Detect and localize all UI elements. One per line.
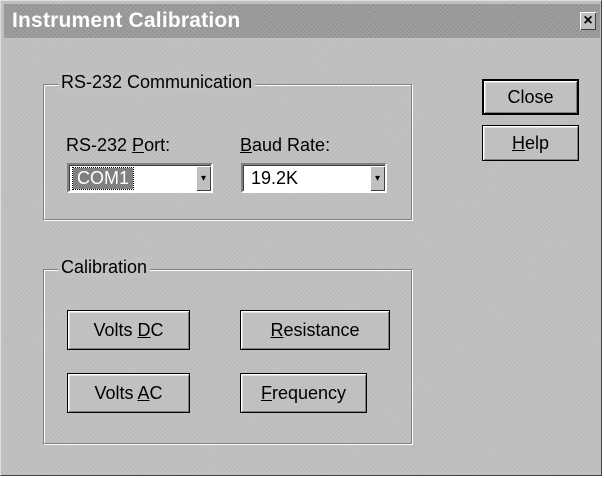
rs232-port-label-text: RS-232 <box>66 135 133 155</box>
volts-dc-rest: C <box>150 320 164 340</box>
window-title: Instrument Calibration <box>12 9 241 32</box>
volts-dc-button[interactable]: Volts DC <box>67 310 190 350</box>
rs232-port-value: COM1 <box>71 167 135 190</box>
frequency-button[interactable]: Frequency <box>240 373 367 413</box>
rs232-port-label-accel: P <box>132 135 145 155</box>
baud-rate-label-text: aud Rate: <box>252 135 331 155</box>
title-bar[interactable]: Instrument Calibration × <box>4 4 600 38</box>
rs232-port-label-rest: ort: <box>144 135 171 155</box>
volts-ac-rest: C <box>149 383 163 403</box>
baud-rate-label-accel: B <box>240 135 253 155</box>
frequency-accel: F <box>260 383 272 403</box>
help-button[interactable]: Help <box>482 125 579 161</box>
close-button[interactable]: Close <box>482 79 579 115</box>
help-button-accel: H <box>511 133 525 153</box>
volts-ac-label: Volts <box>94 383 138 403</box>
help-button-label: elp <box>524 133 550 153</box>
volts-dc-label: Volts <box>93 320 138 340</box>
chevron-down-icon[interactable]: ▾ <box>196 166 211 191</box>
baud-rate-select[interactable]: 19.2K ▾ <box>241 163 387 193</box>
chevron-down-icon[interactable]: ▾ <box>370 166 385 191</box>
rs232-port-label: RS-232 Port: <box>66 135 170 156</box>
resistance-label: esistance <box>283 320 360 340</box>
volts-dc-accel: D <box>137 320 151 340</box>
rs232-group-legend: RS-232 Communication <box>58 72 256 93</box>
calibration-group-legend: Calibration <box>58 257 151 278</box>
calibration-group: Calibration Volts DC Resistance Volts AC… <box>43 257 412 444</box>
baud-rate-label: Baud Rate: <box>240 135 330 156</box>
close-button-label: Close <box>507 87 554 107</box>
rs232-port-select[interactable]: COM1 ▾ <box>67 163 213 193</box>
resistance-accel: R <box>270 320 284 340</box>
resistance-button[interactable]: Resistance <box>240 310 390 350</box>
volts-ac-accel: A <box>137 383 150 403</box>
dialog-client-area: RS-232 Communication RS-232 Port: COM1 ▾… <box>4 41 600 474</box>
baud-rate-select-inner: 19.2K ▾ <box>243 165 385 191</box>
baud-rate-value: 19.2K <box>251 168 299 188</box>
volts-ac-button[interactable]: Volts AC <box>67 373 190 413</box>
instrument-calibration-dialog: Instrument Calibration × RS-232 Communic… <box>0 0 602 476</box>
close-icon[interactable]: × <box>580 12 596 30</box>
rs232-communication-group: RS-232 Communication RS-232 Port: COM1 ▾… <box>43 72 412 220</box>
rs232-port-select-inner: COM1 ▾ <box>69 165 211 191</box>
frequency-label: requency <box>271 383 347 403</box>
